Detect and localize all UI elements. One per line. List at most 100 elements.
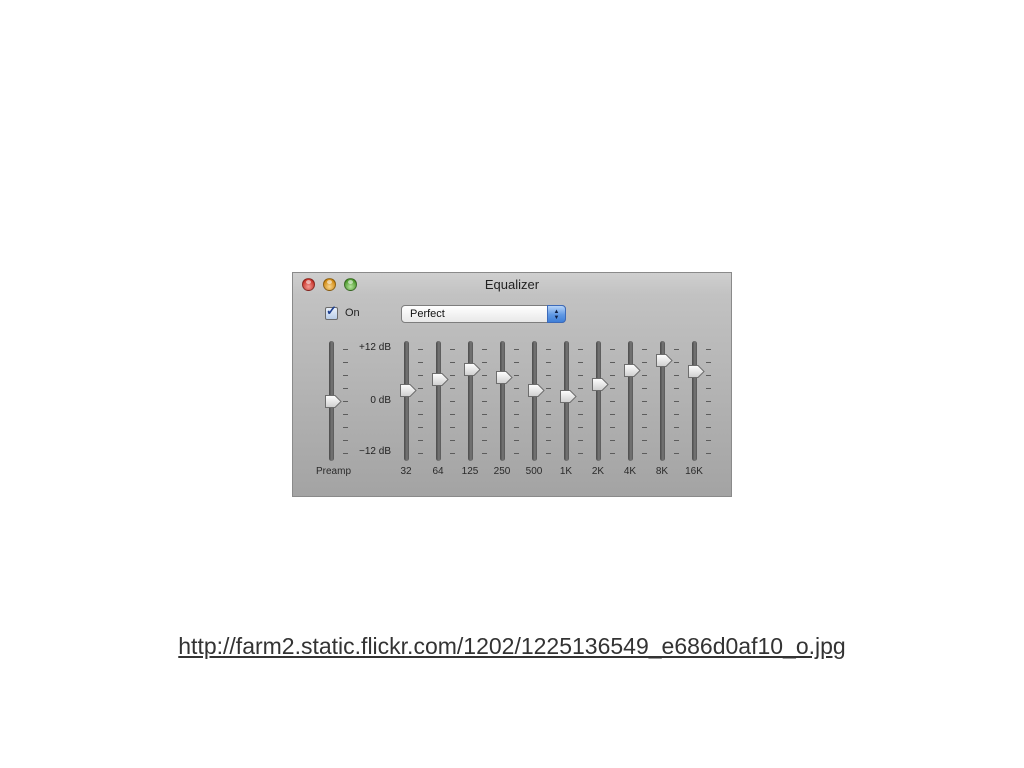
tick-mark [578,453,583,454]
band-slider-4k-thumb[interactable] [623,363,641,378]
tick-mark [514,375,519,376]
tick-mark [642,401,647,402]
tick-mark [610,362,615,363]
band-slider-1k-thumb[interactable] [559,389,577,404]
source-url-link[interactable]: http://farm2.static.flickr.com/1202/1225… [0,633,1024,660]
tick-mark [610,453,615,454]
tick-mark [610,401,615,402]
band-slider-125-thumb[interactable] [463,362,481,377]
tick-mark [642,427,647,428]
tick-mark [343,453,348,454]
tick-mark [674,362,679,363]
band-slider-500-label: 500 [525,466,543,477]
scale-top-label: +12 dB [359,342,391,353]
tick-mark [450,388,455,389]
tick-mark [450,427,455,428]
band-slider-8k-thumb[interactable] [655,353,673,368]
tick-mark [514,440,519,441]
band-slider-2k-thumb[interactable] [591,377,609,392]
band-slider-125-label: 125 [461,466,479,477]
tick-mark [674,440,679,441]
tick-mark [610,414,615,415]
tick-mark [450,349,455,350]
tick-mark [343,375,348,376]
band-slider-500-track[interactable] [532,341,537,461]
tick-mark [418,427,423,428]
title-bar[interactable]: Equalizer [293,273,731,295]
tick-mark [706,362,711,363]
tick-mark [418,440,423,441]
tick-mark [482,388,487,389]
tick-mark [418,388,423,389]
band-slider-500-thumb[interactable] [527,383,545,398]
tick-mark [546,362,551,363]
tick-mark [450,401,455,402]
band-slider-64-track[interactable] [436,341,441,461]
tick-mark [706,440,711,441]
tick-mark [578,362,583,363]
tick-mark [343,362,348,363]
tick-mark [706,349,711,350]
band-slider-250-thumb[interactable] [495,370,513,385]
tick-mark [546,453,551,454]
dropdown-arrows-icon[interactable]: ▲ ▼ [547,305,566,323]
band-slider-32-track[interactable] [404,341,409,461]
tick-mark [514,388,519,389]
tick-mark [706,414,711,415]
tick-mark [482,440,487,441]
band-slider-1k-label: 1K [559,466,573,477]
band-slider-250-track[interactable] [500,341,505,461]
tick-mark [514,401,519,402]
tick-mark [674,453,679,454]
tick-mark [450,453,455,454]
tick-mark [610,388,615,389]
on-checkbox[interactable]: ✓ [325,303,338,320]
band-slider-32-label: 32 [400,466,412,477]
tick-mark [642,362,647,363]
tick-mark [610,349,615,350]
tick-mark [546,440,551,441]
tick-mark [642,414,647,415]
tick-mark [546,375,551,376]
tick-mark [418,401,423,402]
band-slider-64-thumb[interactable] [431,372,449,387]
tick-mark [418,375,423,376]
tick-mark [578,375,583,376]
preset-dropdown[interactable]: Perfect ▲ ▼ [401,305,566,323]
window-title: Equalizer [484,277,540,292]
band-slider-16k-thumb[interactable] [687,364,705,379]
tick-mark [343,349,348,350]
band-slider-8k-label: 8K [655,466,669,477]
equalizer-window: Equalizer ✓ On Perfect ▲ ▼ +12 dB 0 dB −… [292,272,732,497]
tick-mark [642,349,647,350]
band-slider-250-label: 250 [493,466,511,477]
tick-mark [546,427,551,428]
tick-mark [514,349,519,350]
band-slider-16k-track[interactable] [692,341,697,461]
band-slider-4k-track[interactable] [628,341,633,461]
tick-mark [674,401,679,402]
tick-mark [578,349,583,350]
tick-mark [674,349,679,350]
band-slider-125-track[interactable] [468,341,473,461]
preamp-slider-thumb[interactable] [324,394,342,409]
band-slider-2k-track[interactable] [596,341,601,461]
tick-mark [482,414,487,415]
tick-mark [343,414,348,415]
tick-mark [546,414,551,415]
checkmark-icon: ✓ [326,303,337,318]
tick-mark [610,440,615,441]
band-slider-4k-label: 4K [623,466,637,477]
tick-mark [450,440,455,441]
tick-mark [514,362,519,363]
tick-mark [578,427,583,428]
tick-mark [343,440,348,441]
tick-mark [546,401,551,402]
tick-mark [418,414,423,415]
tick-mark [482,453,487,454]
tick-mark [674,375,679,376]
band-slider-32-thumb[interactable] [399,383,417,398]
tick-mark [450,362,455,363]
scale-bottom-label: −12 dB [359,446,391,457]
tick-mark [514,427,519,428]
